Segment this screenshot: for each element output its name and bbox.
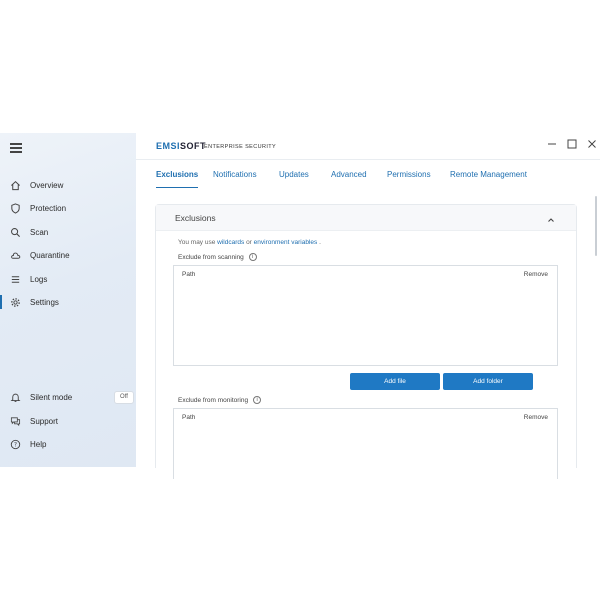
- tab-advanced[interactable]: Advanced: [331, 170, 367, 179]
- column-header-path: Path: [182, 271, 196, 278]
- chat-icon: [9, 415, 21, 427]
- svg-text:?: ?: [13, 441, 16, 448]
- close-button[interactable]: [586, 138, 598, 150]
- tab-notifications[interactable]: Notifications: [213, 170, 257, 179]
- sidebar-item-label: Support: [30, 416, 59, 426]
- exclude-from-scanning-label: Exclude from scanning i: [178, 253, 257, 261]
- title-bar: EMSISOFT ENTERPRISE SECURITY: [136, 133, 600, 160]
- tab-exclusions[interactable]: Exclusions: [156, 170, 199, 189]
- monitoring-exclusions-list[interactable]: Path Remove: [173, 408, 558, 479]
- panel-title: Exclusions: [175, 213, 216, 223]
- wildcards-link[interactable]: wildcards: [217, 239, 244, 246]
- info-icon[interactable]: i: [253, 396, 262, 404]
- column-header-path: Path: [182, 414, 196, 421]
- sidebar-item-support[interactable]: Support: [0, 410, 136, 432]
- settings-tabs: Exclusions Notifications Updates Advance…: [136, 160, 600, 189]
- home-icon: [9, 179, 21, 191]
- sidebar-item-label: Settings: [30, 297, 59, 307]
- exclusions-panel: Exclusions You may use wildcards or envi…: [155, 204, 577, 479]
- exclude-from-monitoring-label: Exclude from monitoring i: [178, 396, 262, 404]
- sidebar-item-label: Scan: [30, 227, 49, 237]
- column-header-remove: Remove: [523, 271, 548, 278]
- sidebar-item-scan[interactable]: Scan: [0, 221, 136, 243]
- list-icon: [9, 273, 21, 285]
- sidebar-item-label: Logs: [30, 274, 48, 284]
- info-icon[interactable]: i: [248, 253, 257, 261]
- environment-variables-link[interactable]: environment variables: [254, 239, 318, 246]
- sidebar-item-label: Overview: [30, 180, 64, 190]
- shield-icon: [9, 202, 21, 214]
- sidebar-item-label: Help: [30, 439, 47, 449]
- search-icon: [9, 226, 21, 238]
- sidebar: Overview Protection Scan Quarantine Logs: [0, 133, 136, 467]
- gear-icon: [9, 296, 21, 308]
- sidebar-item-overview[interactable]: Overview: [0, 174, 136, 196]
- tab-updates[interactable]: Updates: [279, 170, 309, 179]
- scrollbar-thumb[interactable]: [595, 196, 597, 256]
- vertical-scrollbar[interactable]: [594, 188, 598, 467]
- add-folder-button[interactable]: Add folder: [443, 373, 533, 390]
- panel-header[interactable]: Exclusions: [156, 205, 576, 231]
- add-file-button[interactable]: Add file: [350, 373, 440, 390]
- chevron-up-icon[interactable]: [546, 212, 556, 222]
- sidebar-item-quarantine[interactable]: Quarantine: [0, 244, 136, 266]
- tab-remote-management[interactable]: Remote Management: [450, 170, 527, 179]
- sidebar-item-help[interactable]: ? Help: [0, 433, 136, 455]
- maximize-button[interactable]: [566, 138, 578, 150]
- sidebar-item-label: Silent mode: [30, 392, 73, 402]
- tab-permissions[interactable]: Permissions: [387, 170, 431, 179]
- hamburger-menu-icon[interactable]: [10, 143, 22, 153]
- sidebar-item-silent-mode[interactable]: Silent mode Off: [0, 386, 136, 408]
- product-name: ENTERPRISE SECURITY: [204, 144, 277, 150]
- scanning-exclusions-list[interactable]: Path Remove: [173, 265, 558, 366]
- exclusion-hint: You may use wildcards or environment var…: [178, 239, 321, 246]
- cloud-icon: [9, 249, 21, 261]
- help-icon: ?: [9, 438, 21, 450]
- column-header-remove: Remove: [523, 414, 548, 421]
- sidebar-item-protection[interactable]: Protection: [0, 197, 136, 219]
- sidebar-item-settings[interactable]: Settings: [0, 291, 136, 313]
- sidebar-item-label: Quarantine: [30, 250, 70, 260]
- silent-mode-toggle[interactable]: Off: [114, 390, 134, 404]
- minimize-button[interactable]: [546, 138, 558, 150]
- sidebar-item-label: Protection: [30, 203, 67, 213]
- bell-icon: [9, 391, 21, 403]
- sidebar-item-logs[interactable]: Logs: [0, 268, 136, 290]
- app-logo: EMSISOFT: [156, 141, 207, 151]
